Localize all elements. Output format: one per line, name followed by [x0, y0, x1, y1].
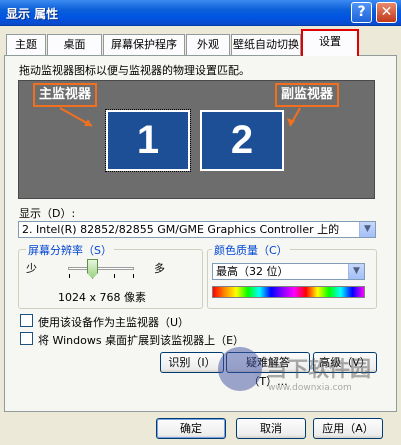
display-properties-window: 显示 属性 ? ✕ 主题 桌面 屏幕保护程序 外观 壁纸自动切换 设置 拖动监视… — [0, 0, 401, 445]
extend-desktop-checkbox-label[interactable]: 将 Windows 桌面扩展到该监视器上（E） — [38, 332, 244, 348]
slider-tick — [69, 274, 70, 278]
watermark-text: 当下软件园 — [266, 357, 371, 381]
color-spectrum-bar — [212, 286, 365, 298]
color-quality-select[interactable]: 最高（32 位） ▼ — [212, 263, 365, 280]
monitor-1-icon[interactable]: 1 — [105, 109, 191, 172]
watermark-url: www.downxia.com — [268, 383, 352, 393]
display-select[interactable]: 2. Intel(R) 82852/82855 GM/GME Graphics … — [18, 221, 376, 238]
color-quality-value: 最高（32 位） — [216, 265, 289, 278]
tab-settings[interactable]: 设置 — [301, 29, 359, 56]
extend-desktop-checkbox[interactable] — [20, 332, 33, 345]
resolution-title: 屏幕分辨率（S） — [26, 242, 114, 258]
cancel-button[interactable]: 取消 — [236, 418, 306, 439]
resolution-more-label: 多 — [154, 262, 165, 275]
watermark-logo: 当下软件园 www.downxia.com — [218, 343, 388, 413]
color-quality-title: 颜色质量（C） — [212, 242, 290, 258]
monitor-2-icon[interactable]: 2 — [200, 110, 284, 171]
resolution-value: 1024 x 768 像素 — [58, 291, 146, 304]
resolution-less-label: 少 — [26, 262, 37, 275]
primary-monitor-checkbox-label[interactable]: 使用该设备作为主监视器（U） — [38, 314, 189, 330]
display-label: 显示（D）: — [19, 207, 76, 220]
primary-monitor-checkbox[interactable] — [20, 314, 33, 327]
resolution-slider-track[interactable] — [68, 267, 134, 270]
slider-tick — [133, 274, 134, 278]
identify-button[interactable]: 识别（I） — [160, 352, 224, 373]
chevron-down-icon[interactable]: ▼ — [348, 264, 364, 279]
slider-tick — [114, 274, 115, 278]
watermark-icon — [218, 347, 262, 391]
apply-button[interactable]: 应用（A） — [313, 418, 383, 439]
display-select-value: 2. Intel(R) 82852/82855 GM/GME Graphics … — [22, 223, 340, 236]
chevron-down-icon[interactable]: ▼ — [359, 222, 375, 237]
ok-button[interactable]: 确定 — [156, 418, 226, 439]
